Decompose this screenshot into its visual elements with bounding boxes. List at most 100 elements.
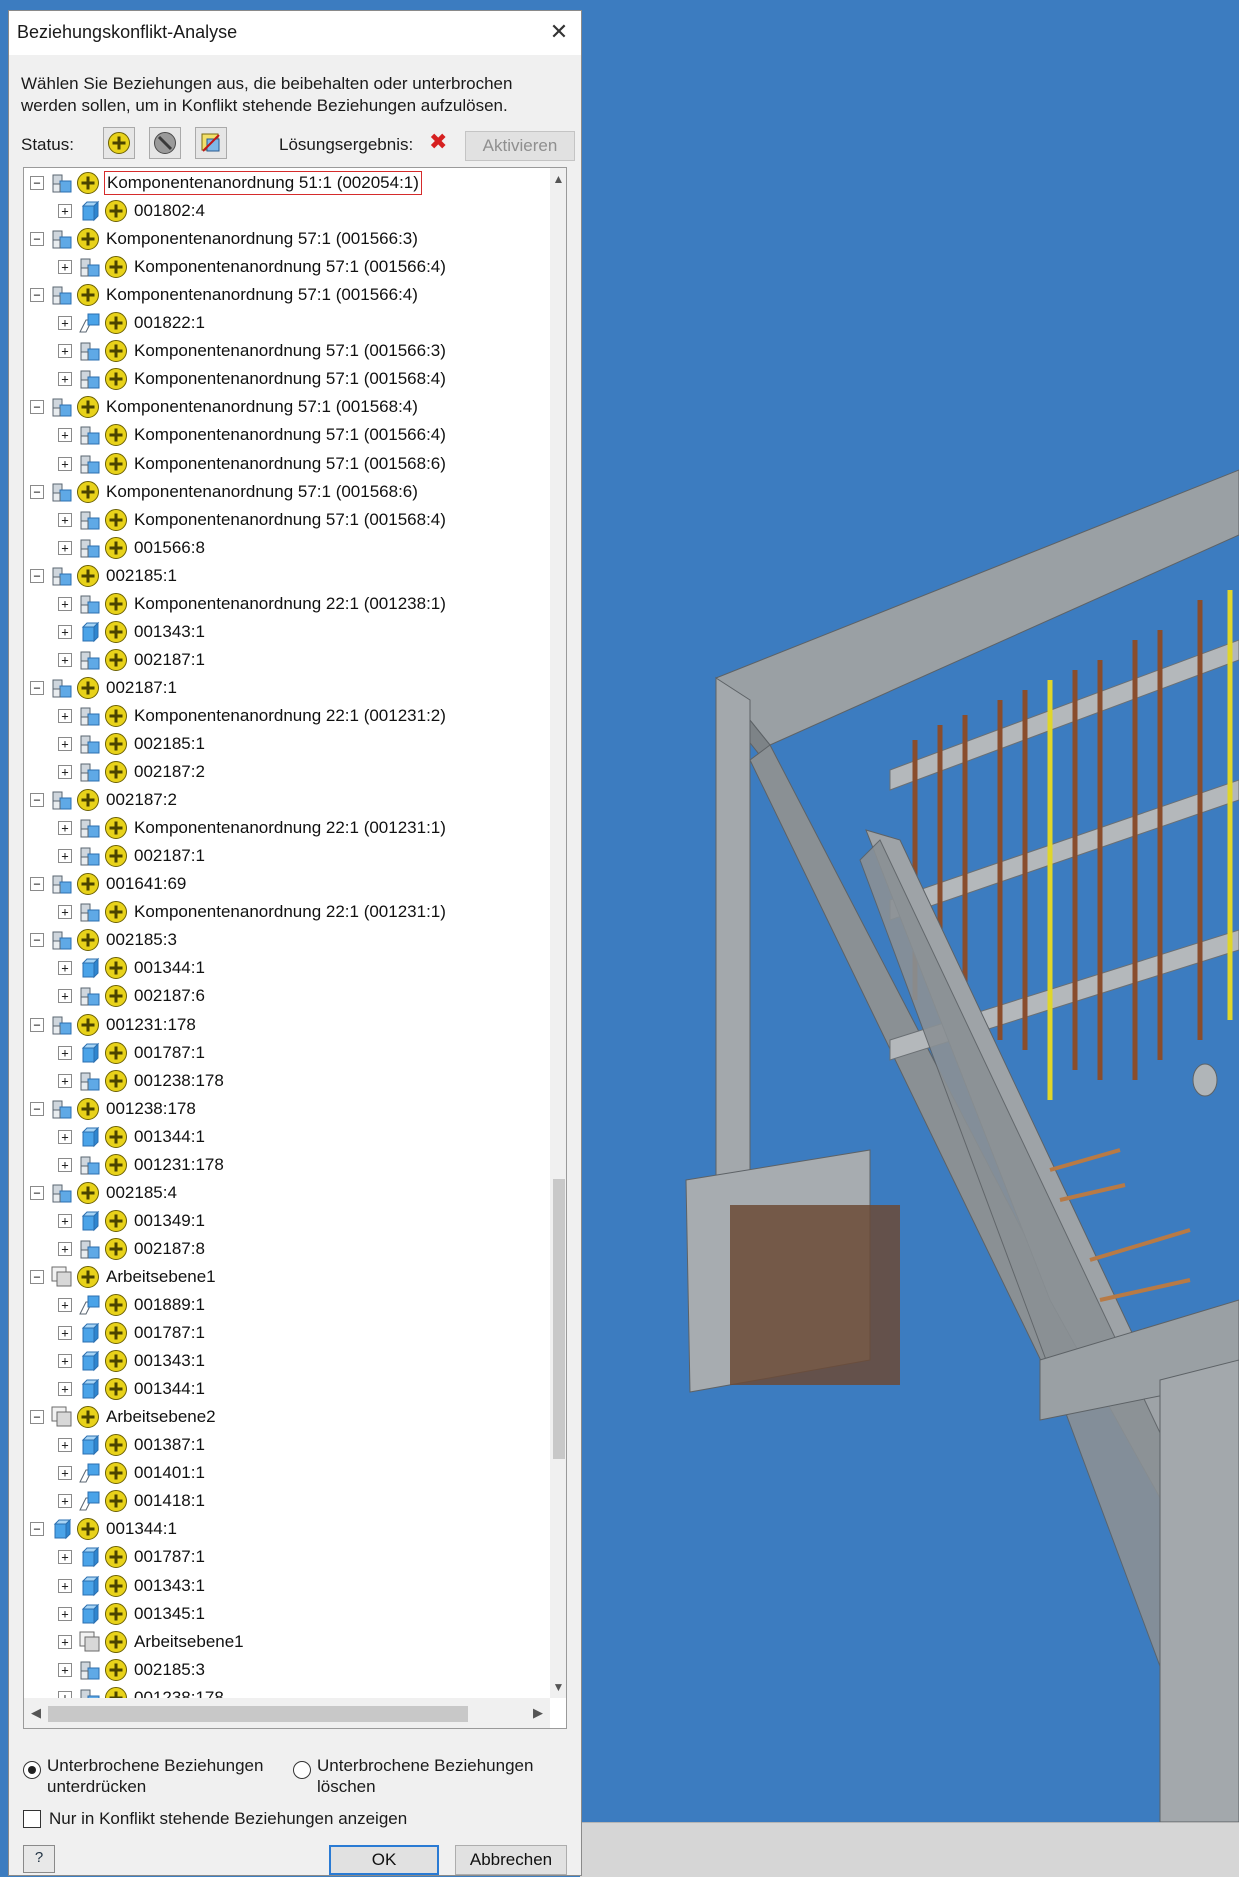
tree-row[interactable]: − Komponentenanordnung 51:1 (002054:1) bbox=[30, 169, 422, 197]
collapse-toggle[interactable]: − bbox=[30, 1522, 44, 1537]
collapse-toggle[interactable]: − bbox=[30, 176, 44, 190]
tree-row[interactable]: + Arbeitsebene1 bbox=[58, 1628, 246, 1656]
tree-row[interactable]: + Komponentenanordnung 22:1 (001231:2) bbox=[58, 702, 448, 730]
tree-row[interactable]: +001401:1 bbox=[58, 1459, 207, 1487]
expand-toggle[interactable]: + bbox=[58, 821, 72, 836]
tree-row[interactable]: + Komponentenanordnung 22:1 (001231:1) bbox=[58, 814, 448, 842]
collapse-toggle[interactable]: − bbox=[30, 288, 44, 303]
tree-row[interactable]: +001889:1 bbox=[58, 1291, 207, 1319]
tree-row[interactable]: − 001641:69 bbox=[30, 870, 188, 898]
expand-toggle[interactable]: + bbox=[58, 1550, 72, 1565]
tree-row[interactable]: + Komponentenanordnung 22:1 (001238:1) bbox=[58, 590, 448, 618]
expand-toggle[interactable]: + bbox=[58, 1326, 72, 1341]
tree-row[interactable]: + Komponentenanordnung 57:1 (001568:4) bbox=[58, 506, 448, 534]
expand-toggle[interactable]: + bbox=[58, 344, 72, 359]
expand-toggle[interactable]: + bbox=[58, 765, 72, 780]
expand-toggle[interactable]: + bbox=[58, 512, 72, 527]
broken-status-button[interactable] bbox=[195, 127, 227, 159]
horizontal-scrollbar[interactable]: ◀ ▶ bbox=[24, 1698, 550, 1728]
tree-row[interactable]: − 001344:1 bbox=[30, 1515, 179, 1543]
tree-row[interactable]: + Komponentenanordnung 57:1 (001568:6) bbox=[58, 450, 448, 478]
collapse-toggle[interactable]: − bbox=[30, 400, 44, 415]
expand-toggle[interactable]: + bbox=[58, 540, 72, 555]
collapse-toggle[interactable]: − bbox=[30, 232, 44, 247]
scroll-left-arrow[interactable]: ◀ bbox=[24, 1698, 48, 1728]
expand-toggle[interactable]: + bbox=[58, 428, 72, 443]
expand-toggle[interactable]: + bbox=[58, 260, 72, 275]
tree-row[interactable]: − Komponentenanordnung 57:1 (001566:4) bbox=[30, 281, 420, 309]
tree-row[interactable]: +001343:1 bbox=[58, 1347, 207, 1375]
tree-row[interactable]: +001345:1 bbox=[58, 1600, 207, 1628]
expand-toggle[interactable]: + bbox=[58, 1382, 72, 1397]
expand-toggle[interactable]: + bbox=[58, 624, 72, 639]
tree-row[interactable]: +001344:1 bbox=[58, 1375, 207, 1403]
collapse-toggle[interactable]: − bbox=[30, 793, 44, 808]
scroll-down-arrow[interactable]: ▼ bbox=[550, 1676, 566, 1698]
expand-toggle[interactable]: + bbox=[58, 961, 72, 976]
tree-row[interactable]: − 001238:178 bbox=[30, 1095, 198, 1123]
tree-row[interactable]: + Komponentenanordnung 57:1 (001566:4) bbox=[58, 421, 448, 449]
activate-button[interactable]: Aktivieren bbox=[465, 131, 575, 161]
tree-row[interactable]: + Komponentenanordnung 57:1 (001566:4) bbox=[58, 253, 448, 281]
tree-row[interactable]: +002187:1 bbox=[58, 646, 207, 674]
tree-row[interactable]: +001231:178 bbox=[58, 1151, 226, 1179]
ok-button[interactable]: OK bbox=[329, 1845, 439, 1875]
tree-row[interactable]: − Komponentenanordnung 57:1 (001566:3) bbox=[30, 225, 420, 253]
tree-row[interactable]: + Komponentenanordnung 57:1 (001566:3) bbox=[58, 337, 448, 365]
collapse-toggle[interactable]: − bbox=[30, 1017, 44, 1032]
expand-toggle[interactable]: + bbox=[58, 372, 72, 387]
scroll-right-arrow[interactable]: ▶ bbox=[526, 1698, 550, 1728]
expand-toggle[interactable]: + bbox=[58, 1578, 72, 1593]
suppress-status-button[interactable] bbox=[149, 127, 181, 159]
collapse-toggle[interactable]: − bbox=[30, 568, 44, 583]
tree-row[interactable]: + Komponentenanordnung 22:1 (001231:1) bbox=[58, 898, 448, 926]
expand-toggle[interactable]: + bbox=[58, 456, 72, 471]
tree-row[interactable]: +001343:1 bbox=[58, 1572, 207, 1600]
expand-toggle[interactable]: + bbox=[58, 737, 72, 751]
tree-row[interactable]: +001822:1 bbox=[58, 309, 207, 337]
tree-row[interactable]: +002185:3 bbox=[58, 1656, 207, 1684]
expand-toggle[interactable]: + bbox=[58, 1157, 72, 1172]
relationship-tree[interactable]: − Komponentenanordnung 51:1 (002054:1) +00… bbox=[23, 167, 567, 1729]
expand-toggle[interactable]: + bbox=[58, 708, 72, 723]
delete-radio[interactable] bbox=[293, 1761, 311, 1779]
collapse-toggle[interactable]: − bbox=[30, 484, 44, 499]
collapse-toggle[interactable]: − bbox=[30, 1410, 44, 1425]
tree-row[interactable]: +002185:1 bbox=[58, 730, 207, 758]
horizontal-scroll-thumb[interactable] bbox=[48, 1706, 468, 1722]
tree-row[interactable]: +001344:1 bbox=[58, 1123, 207, 1151]
collapse-toggle[interactable]: − bbox=[30, 1101, 44, 1116]
scroll-up-arrow[interactable]: ▲ bbox=[550, 168, 566, 190]
expand-toggle[interactable]: + bbox=[58, 1129, 72, 1144]
tree-row[interactable]: +001344:1 bbox=[58, 954, 207, 982]
only-conflicts-option[interactable]: Nur in Konflikt stehende Beziehungen anz… bbox=[23, 1809, 407, 1829]
tree-row[interactable]: +001566:8 bbox=[58, 534, 207, 562]
collapse-toggle[interactable]: − bbox=[30, 877, 44, 892]
tree-row[interactable]: +002187:1 bbox=[58, 842, 207, 870]
tree-row[interactable]: − Komponentenanordnung 57:1 (001568:4) bbox=[30, 393, 420, 421]
tree-row[interactable]: +001787:1 bbox=[58, 1039, 207, 1067]
only-conflicts-checkbox[interactable] bbox=[23, 1810, 41, 1828]
expand-toggle[interactable]: + bbox=[58, 1241, 72, 1256]
expand-toggle[interactable]: + bbox=[58, 1438, 72, 1453]
cancel-button[interactable]: Abbrechen bbox=[455, 1845, 567, 1875]
add-status-button[interactable] bbox=[103, 127, 135, 159]
collapse-toggle[interactable]: − bbox=[30, 1269, 44, 1284]
expand-toggle[interactable]: + bbox=[58, 204, 72, 219]
expand-toggle[interactable]: + bbox=[58, 1634, 72, 1649]
close-button[interactable]: ✕ bbox=[541, 15, 577, 51]
expand-toggle[interactable]: + bbox=[58, 1466, 72, 1481]
tree-row[interactable]: − 002185:3 bbox=[30, 926, 179, 954]
expand-toggle[interactable]: + bbox=[58, 905, 72, 920]
expand-toggle[interactable]: + bbox=[58, 1073, 72, 1088]
suppress-radio[interactable] bbox=[23, 1761, 41, 1779]
tree-row[interactable]: +002187:6 bbox=[58, 982, 207, 1010]
tree-row[interactable]: +001787:1 bbox=[58, 1543, 207, 1571]
collapse-toggle[interactable]: − bbox=[30, 680, 44, 695]
tree-row[interactable]: − Arbeitsebene2 bbox=[30, 1403, 218, 1431]
tree-row[interactable]: +001802:4 bbox=[58, 197, 207, 225]
expand-toggle[interactable]: + bbox=[58, 1045, 72, 1060]
expand-toggle[interactable]: + bbox=[58, 1606, 72, 1621]
expand-toggle[interactable]: + bbox=[58, 1354, 72, 1369]
expand-toggle[interactable]: + bbox=[58, 316, 72, 331]
